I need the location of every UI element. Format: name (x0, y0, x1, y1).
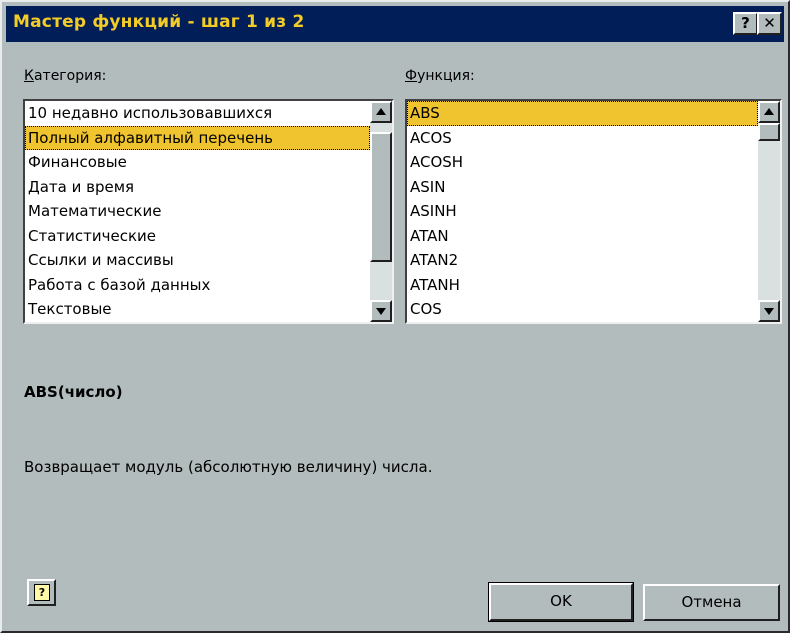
function-wizard-dialog: Мастер функций - шаг 1 из 2 ? ✕ Категори… (0, 0, 790, 633)
function-scrollbar[interactable] (758, 101, 780, 322)
category-list-item[interactable]: Текстовые (25, 297, 370, 322)
category-scroll-down-button[interactable] (370, 300, 392, 322)
category-list-item[interactable]: Полный алфавитный перечень (25, 125, 370, 150)
function-label: Функция: (405, 68, 475, 84)
function-list-item[interactable]: ASIN (407, 175, 758, 200)
category-list-item[interactable]: Математические (25, 199, 370, 224)
category-list-item[interactable]: Ссылки и массивы (25, 248, 370, 273)
function-list-item[interactable]: ACOSH (407, 150, 758, 175)
arrow-down-icon (376, 308, 386, 315)
category-list-item[interactable]: Финансовые (25, 150, 370, 175)
arrow-down-icon (764, 308, 774, 315)
function-scroll-thumb[interactable] (758, 123, 780, 141)
category-label-text: атегория: (33, 68, 107, 84)
help-button[interactable]: ? (27, 579, 56, 606)
function-list-item[interactable]: ASINH (407, 199, 758, 224)
category-list-item[interactable]: Работа с базой данных (25, 273, 370, 298)
function-scroll-down-button[interactable] (758, 300, 780, 322)
title-bar[interactable]: Мастер функций - шаг 1 из 2 ? ✕ (6, 6, 784, 42)
title-close-button[interactable]: ✕ (757, 12, 782, 35)
function-list-item[interactable]: COS (407, 297, 758, 322)
arrow-up-icon (376, 108, 386, 115)
function-list-item[interactable]: ABS (407, 101, 758, 126)
function-list-item[interactable]: ACOS (407, 126, 758, 151)
help-bubble-icon: ? (34, 584, 50, 601)
function-description: Возвращает модуль (абсолютную величину) … (24, 458, 433, 476)
function-label-text: ункция: (417, 68, 475, 84)
category-scrollbar[interactable] (370, 101, 392, 322)
window-title: Мастер функций - шаг 1 из 2 (13, 12, 305, 32)
function-list-item[interactable]: ATAN (407, 224, 758, 249)
cancel-button[interactable]: Отмена (643, 584, 780, 621)
category-list-item[interactable]: Статистические (25, 224, 370, 249)
function-label-accelerator: Ф (405, 68, 418, 84)
function-list-item[interactable]: ATANH (407, 273, 758, 298)
category-scroll-up-button[interactable] (370, 101, 392, 123)
title-help-button[interactable]: ? (733, 12, 758, 35)
category-label: Категория: (24, 68, 106, 84)
function-list: ABS ACOS ACOSH ASIN ASINH ATAN ATAN2 ATANH COS (407, 101, 758, 322)
category-list: 10 недавно использовавшихся Полный алфави… (25, 101, 370, 322)
category-list-item[interactable]: 10 недавно использовавшихся (25, 101, 370, 126)
category-listbox[interactable]: 10 недавно использовавшихся Полный алфави… (23, 99, 394, 324)
function-scroll-up-button[interactable] (758, 101, 780, 123)
category-scroll-thumb[interactable] (370, 132, 392, 263)
function-list-item[interactable]: ATAN2 (407, 248, 758, 273)
ok-button[interactable]: OK (488, 582, 634, 622)
arrow-up-icon (764, 108, 774, 115)
category-label-accelerator: К (24, 68, 34, 84)
category-list-item[interactable]: Дата и время (25, 175, 370, 200)
function-syntax: ABS(число) (24, 383, 123, 401)
function-listbox[interactable]: ABS ACOS ACOSH ASIN ASINH ATAN ATAN2 ATANH COS (405, 99, 782, 324)
